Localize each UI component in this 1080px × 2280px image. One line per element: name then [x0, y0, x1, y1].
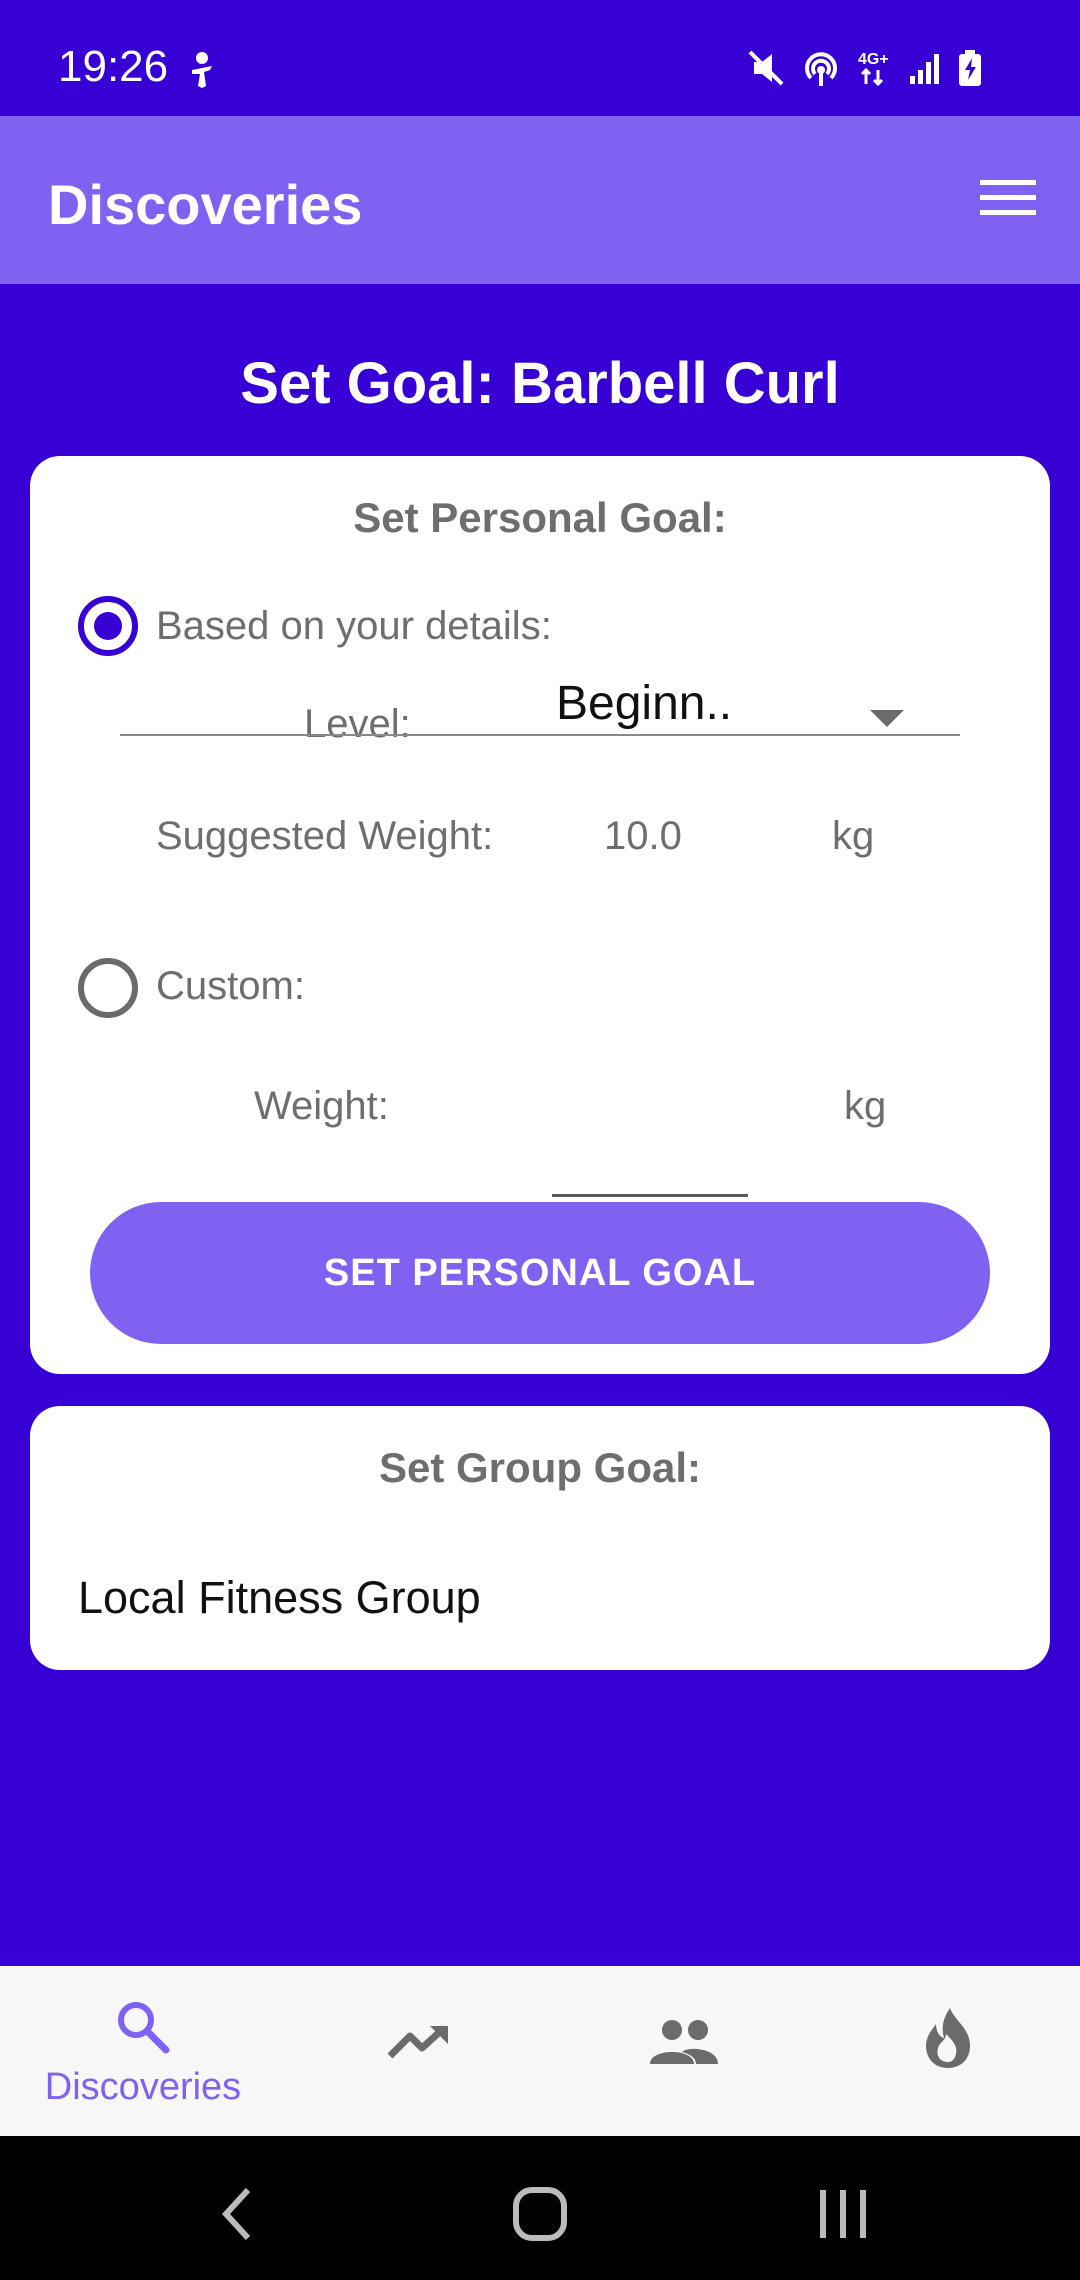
- back-icon[interactable]: [216, 2186, 256, 2247]
- hotspot-icon: [800, 48, 842, 88]
- people-icon: [648, 2018, 720, 2071]
- based-on-details-label: Based on your details:: [156, 604, 552, 648]
- group-goal-title: Set Group Goal:: [378, 1444, 701, 1491]
- nav-item-discoveries[interactable]: Discoveries: [0, 1966, 286, 2136]
- trending-up-icon: [386, 2022, 452, 2067]
- app-title: Discoveries: [48, 173, 363, 236]
- bottom-navigation: Discoveries: [0, 1966, 1080, 2136]
- set-personal-goal-button[interactable]: SET PERSONAL GOAL: [90, 1202, 990, 1344]
- custom-weight-unit: kg: [844, 1084, 887, 1128]
- flame-icon: [920, 2006, 976, 2075]
- hamburger-menu-icon[interactable]: [980, 178, 1036, 223]
- based-on-details-radio[interactable]: [78, 596, 138, 656]
- suggested-weight-label: Suggested Weight:: [156, 814, 494, 858]
- level-dropdown[interactable]: [120, 682, 960, 736]
- nav-item-progress[interactable]: [286, 1966, 556, 2136]
- custom-radio[interactable]: [78, 958, 138, 1018]
- svg-text:4G+: 4G+: [858, 51, 889, 68]
- page-title: Set Goal: Barbell Curl: [240, 351, 840, 416]
- group-goal-card: Set Group Goal: Local Fitness Group: [30, 1406, 1050, 1670]
- suggested-weight-unit: kg: [832, 814, 875, 858]
- custom-label: Custom:: [156, 964, 305, 1008]
- custom-weight-label: Weight:: [254, 1084, 389, 1128]
- custom-weight-input[interactable]: [552, 1136, 748, 1197]
- mute-icon: [746, 48, 786, 88]
- personal-goal-title: Set Personal Goal:: [353, 494, 727, 541]
- level-selected-value: Beginn..: [556, 677, 733, 730]
- dropdown-arrow-icon: [870, 710, 904, 733]
- nav-label-discoveries: Discoveries: [44, 2066, 242, 2108]
- status-bar: 19:26 4G+: [0, 0, 1080, 116]
- recents-icon[interactable]: [818, 2186, 868, 2247]
- suggested-weight-value: 10.0: [604, 814, 682, 858]
- accessibility-icon: [184, 50, 220, 95]
- status-time: 19:26: [58, 42, 169, 91]
- home-icon[interactable]: [512, 2186, 568, 2247]
- group-list-item[interactable]: Local Fitness Group: [78, 1572, 481, 1624]
- personal-goal-card: Set Personal Goal: Based on your details…: [30, 456, 1050, 1374]
- system-navigation-bar: [0, 2136, 1080, 2280]
- search-icon: [112, 1996, 172, 2061]
- battery-charging-icon: [956, 48, 984, 88]
- app-bar: Discoveries: [0, 116, 1080, 284]
- nav-item-challenges[interactable]: [810, 1966, 1080, 2136]
- status-icons: 4G+: [746, 48, 984, 88]
- network-4g-icon: 4G+: [856, 48, 894, 88]
- signal-icon: [908, 48, 942, 88]
- nav-item-groups[interactable]: [556, 1966, 810, 2136]
